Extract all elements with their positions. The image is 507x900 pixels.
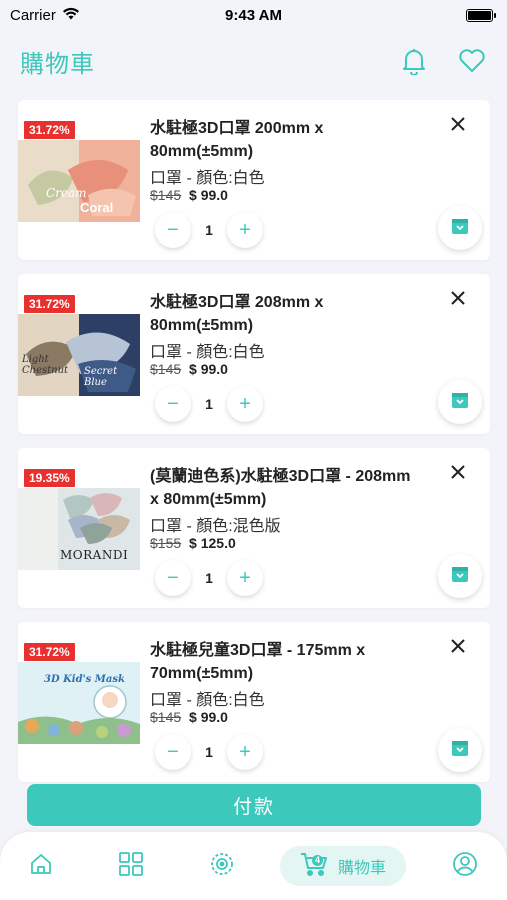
quantity-stepper: − 1 + — [155, 734, 263, 770]
cart-count-badge: 4 — [311, 854, 323, 866]
item-variant: 口罩 - 顏色:白色 — [150, 344, 265, 361]
original-price: $145 — [150, 361, 182, 377]
quantity-stepper: − 1 + — [155, 386, 263, 422]
archive-button[interactable] — [438, 206, 482, 250]
nav-categories[interactable] — [116, 846, 146, 886]
decrease-button[interactable]: − — [155, 386, 191, 422]
user-icon — [452, 851, 478, 882]
increase-button[interactable]: + — [227, 212, 263, 248]
nav-discover[interactable] — [207, 846, 237, 886]
decrease-button[interactable]: − — [155, 734, 191, 770]
sale-price: $ 99.0 — [189, 187, 228, 203]
sale-price: $ 125.0 — [189, 535, 236, 551]
close-icon[interactable] — [448, 636, 468, 656]
thumb-label: Secret Blue — [84, 366, 118, 388]
close-icon[interactable] — [448, 114, 468, 134]
decrease-button[interactable]: − — [155, 212, 191, 248]
item-name[interactable]: 水駐極兒童3D口罩 - 175mm x 70mm(±5mm) — [150, 639, 420, 685]
archive-button[interactable] — [438, 728, 482, 772]
thumb-label: MORANDI — [60, 548, 129, 562]
discount-badge: 31.72% — [24, 643, 75, 661]
item-price: $155 $ 125.0 — [150, 535, 236, 551]
archive-icon — [451, 391, 469, 414]
quantity-value: 1 — [205, 222, 213, 238]
archive-icon — [451, 739, 469, 762]
product-image[interactable]: Light Chestnut Secret Blue — [18, 314, 140, 396]
product-image[interactable]: MORANDI — [18, 488, 140, 570]
increase-button[interactable]: + — [227, 734, 263, 770]
discount-badge: 19.35% — [24, 469, 75, 487]
item-variant: 口罩 - 顏色:白色 — [150, 170, 265, 187]
increase-button[interactable]: + — [227, 560, 263, 596]
close-icon[interactable] — [448, 462, 468, 482]
cart-item: 31.72% 3D Kid's Mask 水駐極兒童3D口罩 - 175mm x… — [18, 622, 490, 782]
cart-list: 31.72% Cream Coral 水駐極3D口罩 200mm x 80mm(… — [18, 100, 490, 796]
cart-item: 31.72% Cream Coral 水駐極3D口罩 200mm x 80mm(… — [18, 100, 490, 260]
item-name[interactable]: (莫蘭迪色系)水駐極3D口罩 - 208mm x 80mm(±5mm) — [150, 465, 420, 511]
archive-button[interactable] — [438, 554, 482, 598]
increase-button[interactable]: + — [227, 386, 263, 422]
nav-cart[interactable]: 4 購物車 — [280, 846, 406, 886]
original-price: $145 — [150, 187, 182, 203]
item-price: $145 $ 99.0 — [150, 187, 228, 203]
original-price: $145 — [150, 709, 182, 725]
discount-badge: 31.72% — [24, 121, 75, 139]
nav-home[interactable] — [26, 846, 56, 886]
discount-badge: 31.72% — [24, 295, 75, 313]
archive-icon — [451, 565, 469, 588]
thumb-label: 3D Kid's Mask — [44, 674, 125, 685]
page-title: 購物車 — [20, 50, 95, 78]
cart-item: 31.72% Light Chestnut Secret Blue 水駐極3D口… — [18, 274, 490, 434]
item-price: $145 $ 99.0 — [150, 361, 228, 377]
grid-icon — [118, 851, 144, 882]
quantity-stepper: − 1 + — [155, 212, 263, 248]
carrier-label: Carrier — [10, 6, 56, 24]
cart-item: 19.35% MORANDI (莫蘭迪色系)水駐極3D口罩 - 208mm x … — [18, 448, 490, 608]
thumb-label: Coral — [80, 200, 114, 215]
sale-price: $ 99.0 — [189, 361, 228, 377]
item-variant: 口罩 - 顏色:白色 — [150, 692, 265, 709]
nav-profile[interactable] — [450, 846, 480, 886]
checkout-button[interactable]: 付款 — [27, 784, 481, 826]
header-actions — [399, 46, 487, 76]
item-variant: 口罩 - 顏色:混色版 — [150, 518, 281, 535]
close-icon[interactable] — [448, 288, 468, 308]
product-image[interactable]: 3D Kid's Mask — [18, 662, 140, 744]
heart-icon[interactable] — [457, 46, 487, 76]
gear-badge-icon — [209, 851, 235, 882]
quantity-value: 1 — [205, 570, 213, 586]
item-name[interactable]: 水駐極3D口罩 208mm x 80mm(±5mm) — [150, 291, 420, 337]
status-bar: Carrier 9:43 AM — [0, 0, 507, 30]
bottom-nav: 4 購物車 — [0, 832, 507, 900]
cart-icon: 4 — [300, 852, 328, 881]
product-image[interactable]: Cream Coral — [18, 140, 140, 222]
item-price: $145 $ 99.0 — [150, 709, 228, 725]
item-name[interactable]: 水駐極3D口罩 200mm x 80mm(±5mm) — [150, 117, 420, 163]
sale-price: $ 99.0 — [189, 709, 228, 725]
archive-button[interactable] — [438, 380, 482, 424]
status-left: Carrier — [10, 7, 80, 24]
battery-icon — [466, 8, 496, 22]
decrease-button[interactable]: − — [155, 560, 191, 596]
quantity-stepper: − 1 + — [155, 560, 263, 596]
quantity-value: 1 — [205, 396, 213, 412]
archive-icon — [451, 217, 469, 240]
thumb-label: Cream — [46, 186, 87, 200]
home-icon — [29, 852, 53, 881]
original-price: $155 — [150, 535, 182, 551]
bell-icon[interactable] — [399, 46, 429, 76]
nav-cart-label: 購物車 — [337, 860, 386, 877]
thumb-label: Light Chestnut — [22, 354, 69, 376]
quantity-value: 1 — [205, 744, 213, 760]
header: 購物車 — [0, 38, 507, 84]
wifi-icon — [62, 7, 80, 24]
